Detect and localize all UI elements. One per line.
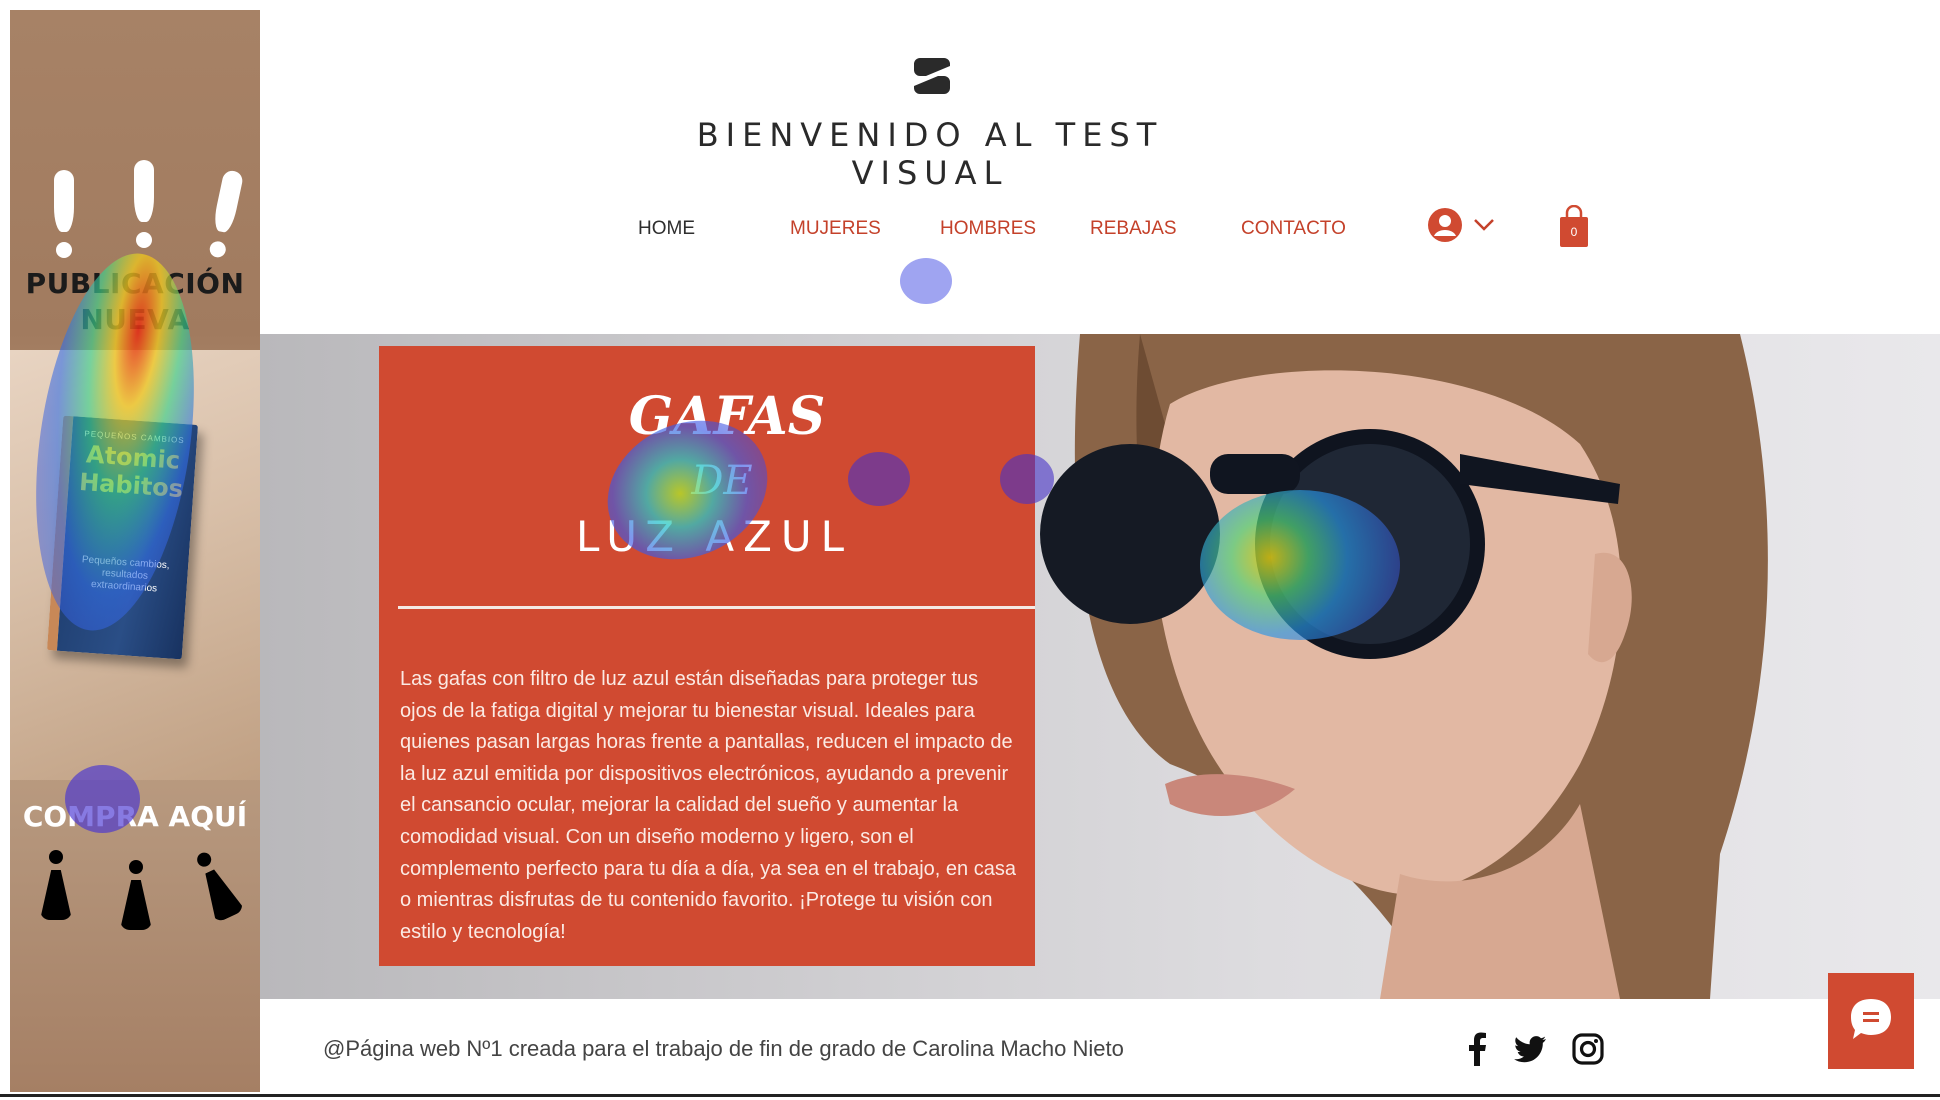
model-photo [1040, 334, 1768, 999]
divider [398, 606, 1035, 609]
arrow-down-icon [40, 850, 72, 920]
arrow-down-icon [187, 847, 246, 924]
exclamation-icon [124, 160, 164, 260]
promo-title: GAFAS [628, 386, 826, 447]
footer-credit: @Página web Nº1 creada para el trabajo d… [323, 1036, 1124, 1061]
book-title-2: Habitos [78, 467, 184, 504]
cart-count: 0 [1570, 225, 1578, 239]
page: PUBLICACIÓN NUEVA PEQUEÑOS CAMBIOS Atomi… [0, 0, 1940, 1100]
arrow-down-icon [120, 860, 152, 930]
instagram-icon[interactable] [1571, 1031, 1605, 1067]
user-icon[interactable] [1427, 207, 1463, 248]
chevron-down-icon[interactable] [1473, 218, 1495, 237]
nav-rebajas[interactable]: REBAJAS [1090, 218, 1177, 240]
banner-headline: PUBLICACIÓN [25, 267, 245, 300]
chat-button[interactable] [1828, 973, 1914, 1069]
heatmap-spot [900, 258, 952, 304]
account-menu[interactable] [1427, 207, 1505, 247]
book-subtitle: Pequeños cambios, resultados extraordina… [81, 554, 170, 595]
promo-title-2: DE [691, 458, 753, 504]
nav-mujeres[interactable]: MUJERES [790, 218, 881, 240]
site-title: BIENVENIDO AL TEST VISUAL [696, 116, 1164, 192]
nav-contacto[interactable]: CONTACTO [1241, 218, 1346, 240]
promo-description: Las gafas con filtro de luz azul están d… [400, 668, 1016, 943]
promo-title-3: LUZ AZUL [575, 512, 854, 561]
buy-here-link[interactable]: COMPRA AQUÍ [10, 800, 260, 833]
banner-headline-2: NUEVA [80, 303, 190, 336]
nav-hombres[interactable]: HOMBRES [940, 218, 1036, 240]
s-logo-icon[interactable] [912, 56, 952, 96]
cart-button[interactable]: 0 [1558, 204, 1590, 249]
book-cover-image[interactable]: PEQUEÑOS CAMBIOS Atomic Habitos Pequeños… [46, 415, 199, 660]
exclamation-icon [194, 167, 254, 273]
exclamation-icon [44, 170, 84, 270]
chat-icon [1851, 999, 1891, 1039]
twitter-icon[interactable] [1514, 1031, 1548, 1067]
promo-card: GAFAS DE LUZ AZUL Las gafas con filtro d… [379, 346, 1035, 966]
facebook-icon[interactable] [1461, 1031, 1495, 1067]
side-ad-banner[interactable]: PUBLICACIÓN NUEVA PEQUEÑOS CAMBIOS Atomi… [10, 10, 260, 1092]
nav-home[interactable]: HOME [638, 218, 695, 240]
bottom-border [0, 1094, 1940, 1097]
